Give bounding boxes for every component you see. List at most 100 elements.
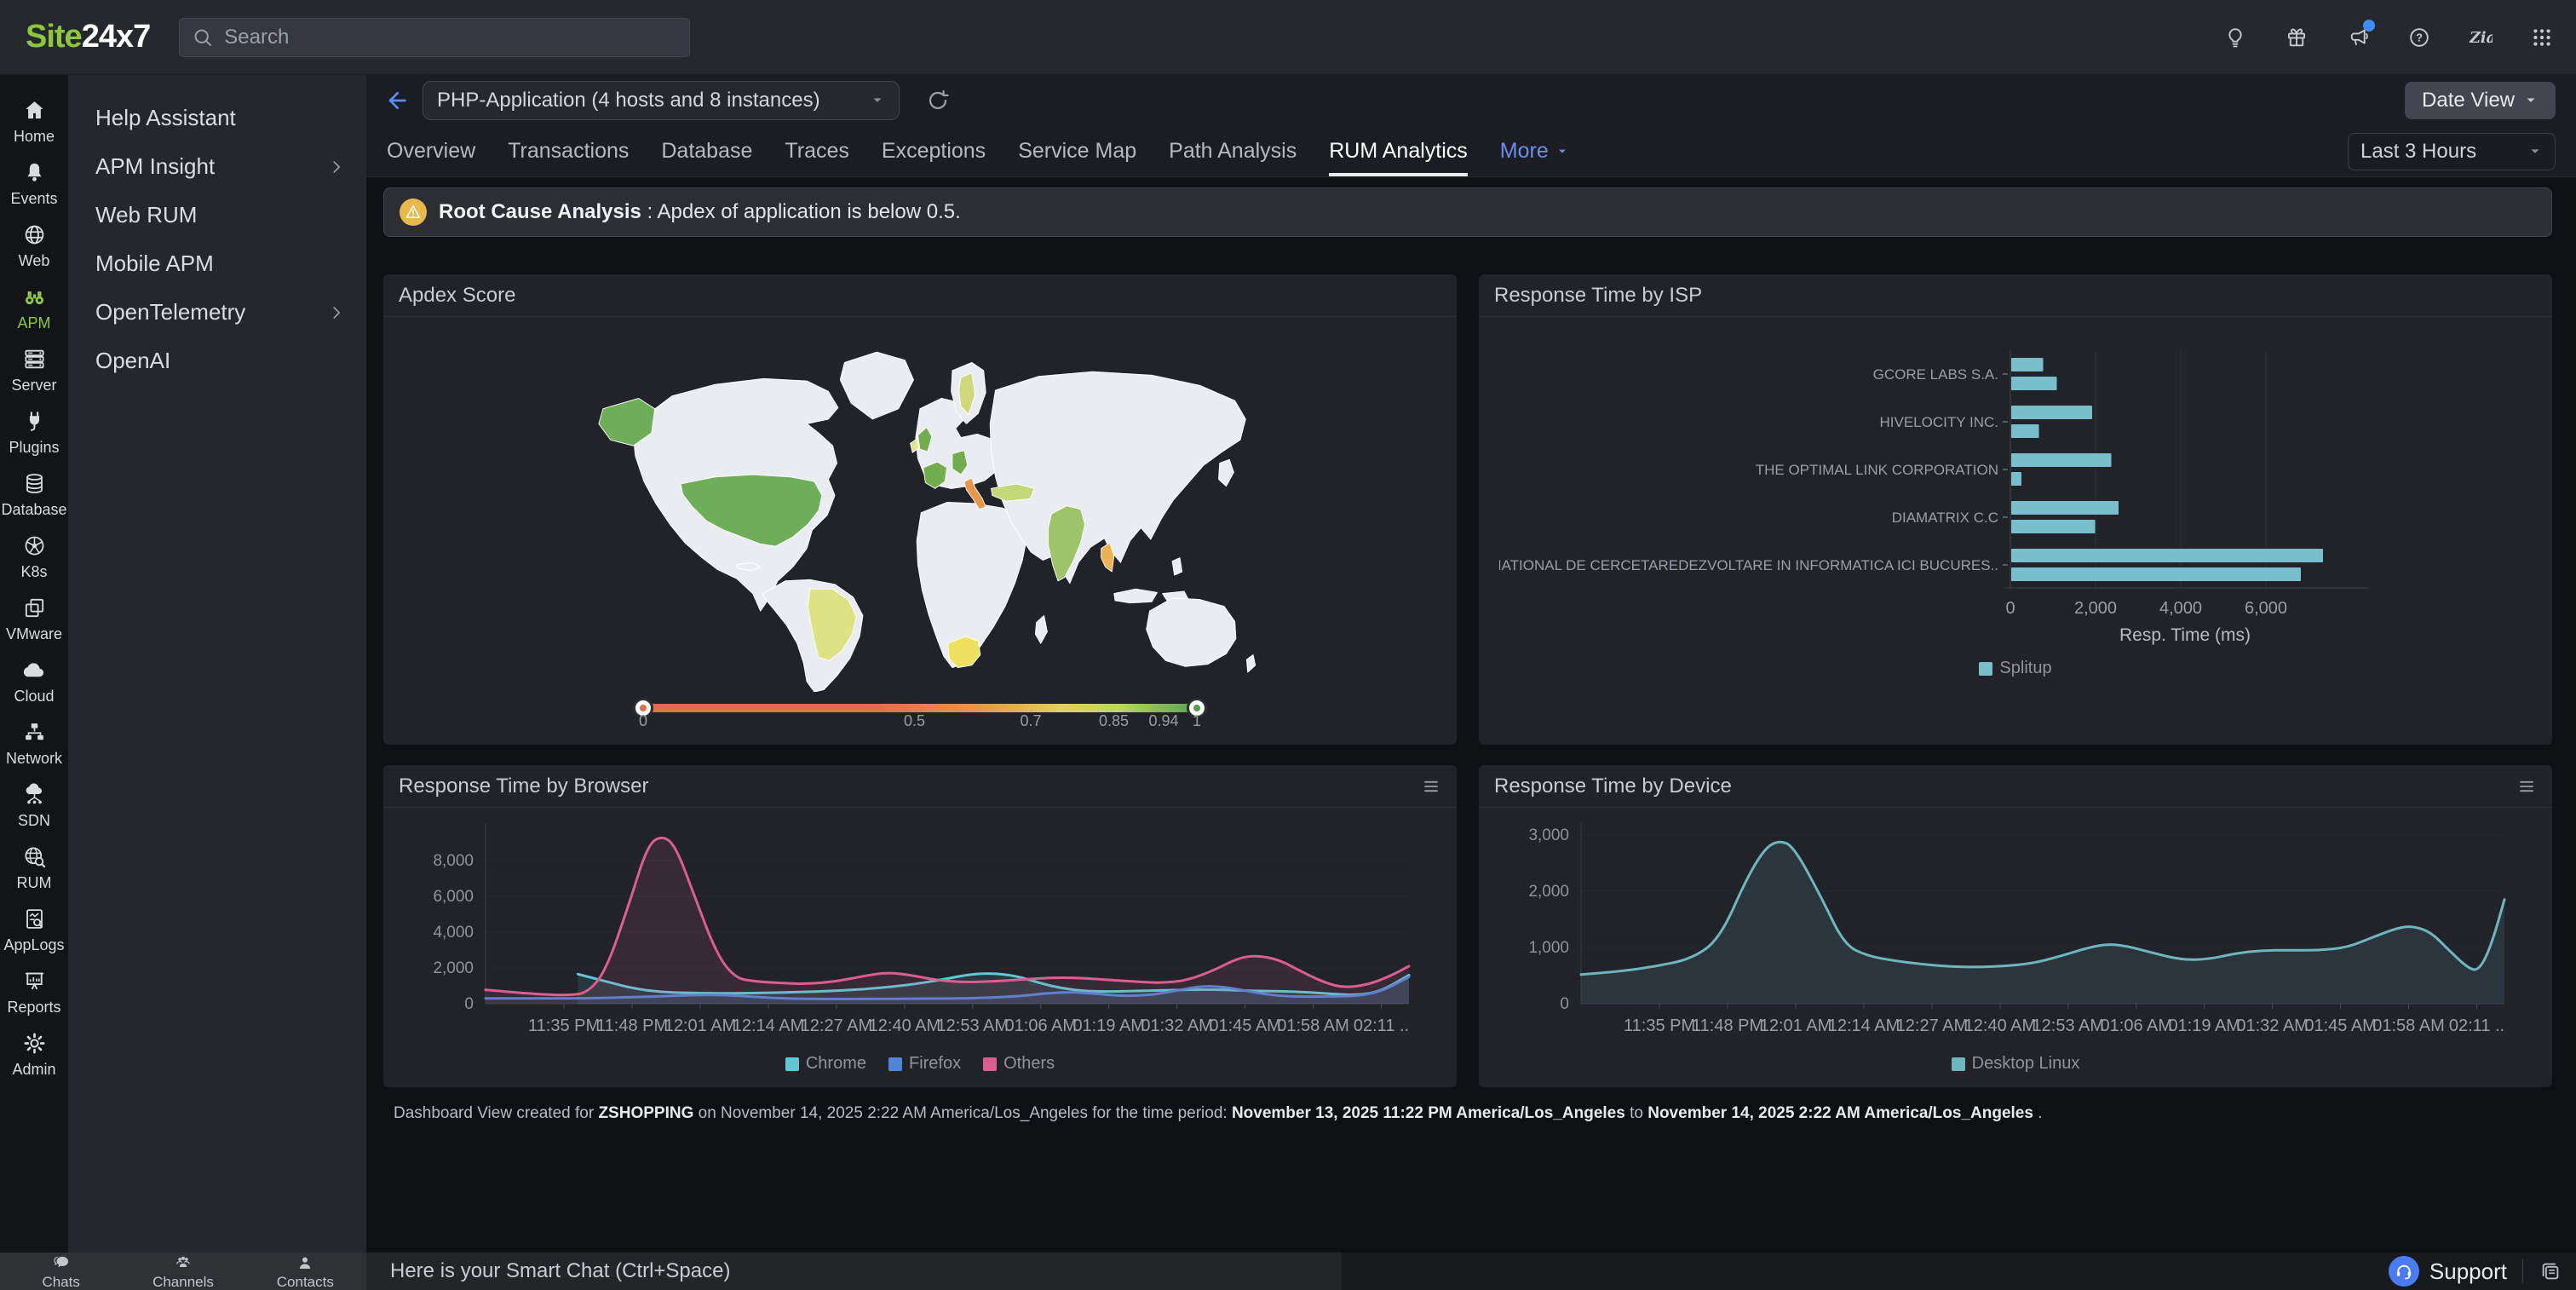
sidebar-item-cloud[interactable]: Cloud <box>0 650 68 712</box>
main-area: PHP-Application (4 hosts and 8 instances… <box>366 75 2576 1253</box>
menu-item-web-rum[interactable]: Web RUM <box>68 191 366 239</box>
sidebar-item-home[interactable]: Home <box>0 90 68 153</box>
sidebar-item-label: Admin <box>12 1061 55 1079</box>
legend-swatch <box>785 1057 799 1071</box>
k8s-icon <box>22 533 47 558</box>
menu-item-opentelemetry[interactable]: OpenTelemetry <box>68 288 366 337</box>
svg-text:12:14 AM: 12:14 AM <box>733 1016 805 1035</box>
zia-icon[interactable]: Zia <box>2469 26 2493 49</box>
sidebar-item-rum[interactable]: RUM <box>0 837 68 899</box>
panels-icon[interactable] <box>2539 1259 2562 1283</box>
sidebar-item-web[interactable]: Web <box>0 215 68 277</box>
svg-text:2,000: 2,000 <box>2074 599 2117 618</box>
sdn-icon <box>22 782 47 807</box>
caret-down-icon <box>1555 145 1569 158</box>
sidebar-item-reports[interactable]: Reports <box>0 961 68 1023</box>
isp-bar-chart: 02,0004,0006,000GCORE LABS S.A.HIVELOCIT… <box>1479 317 2552 657</box>
menu-item-label: OpenTelemetry <box>95 299 245 325</box>
apps-grid-icon[interactable] <box>2530 26 2554 49</box>
sidebar-item-plugins[interactable]: Plugins <box>0 401 68 464</box>
sidebar-item-vmware[interactable]: VMware <box>0 588 68 650</box>
menu-item-openai[interactable]: OpenAI <box>68 337 366 385</box>
sidebar-item-k8s[interactable]: K8s <box>0 526 68 588</box>
help-icon[interactable]: ? <box>2407 26 2431 49</box>
support-button[interactable]: Support <box>2389 1256 2507 1287</box>
tab-database[interactable]: Database <box>661 126 752 176</box>
apdex-scale-slider[interactable] <box>643 704 1197 712</box>
svg-text:4,000: 4,000 <box>433 924 474 942</box>
tab-transactions[interactable]: Transactions <box>508 126 629 176</box>
map-country-india[interactable] <box>1049 506 1085 581</box>
hamburger-menu-icon[interactable] <box>1421 776 1441 797</box>
svg-text:?: ? <box>2416 31 2423 43</box>
network-icon <box>22 720 47 745</box>
site24x7-logo[interactable]: Site24x7 <box>26 19 150 55</box>
tab-exceptions[interactable]: Exceptions <box>882 126 986 176</box>
menu-item-help-assistant[interactable]: Help Assistant <box>68 94 366 142</box>
time-range-select[interactable]: Last 3 Hours <box>2348 133 2556 170</box>
panel-title: Response Time by Browser <box>399 775 648 798</box>
bottom-tab-channels[interactable]: Channels <box>122 1253 244 1290</box>
tab-more[interactable]: More <box>1500 126 1569 176</box>
legend-item[interactable]: Desktop Linux <box>1952 1054 2080 1074</box>
sidebar-item-server[interactable]: Server <box>0 339 68 401</box>
gift-icon[interactable] <box>2285 26 2309 49</box>
menu-item-mobile-apm[interactable]: Mobile APM <box>68 239 366 288</box>
svg-text:DIAMATRIX C.C: DIAMATRIX C.C <box>1892 510 1998 526</box>
legend-item[interactable]: Firefox <box>888 1054 961 1074</box>
menu-item-label: Help Assistant <box>95 105 236 131</box>
tab-service-map[interactable]: Service Map <box>1018 126 1136 176</box>
sidebar-item-network[interactable]: Network <box>0 712 68 775</box>
sidebar-item-applogs[interactable]: AppLogs <box>0 899 68 961</box>
legend-item[interactable]: Splitup <box>1979 659 2051 678</box>
global-search[interactable] <box>179 18 690 57</box>
tabs: Overview Transactions Database Traces Except… <box>387 126 1569 176</box>
search-input[interactable] <box>224 26 677 49</box>
support-label: Support <box>2429 1258 2507 1285</box>
logo-prefix: Site <box>26 19 82 55</box>
application-selector[interactable]: PHP-Application (4 hosts and 8 instances… <box>423 81 900 120</box>
bottom-tab-chats[interactable]: Chats <box>0 1253 122 1290</box>
refresh-button[interactable] <box>925 88 951 113</box>
bottombar-spacer <box>1342 1253 2389 1290</box>
menu-item-apm-insight[interactable]: APM Insight <box>68 142 366 191</box>
hamburger-menu-icon[interactable] <box>2516 776 2537 797</box>
search-icon <box>192 26 214 49</box>
svg-text:11:35 PM: 11:35 PM <box>1624 1016 1695 1035</box>
left-icon-rail: HomeEventsWebAPM Server PluginsDatabaseK8s… <box>0 75 68 1253</box>
svg-text:11:48 PM: 11:48 PM <box>596 1016 668 1035</box>
sidebar-item-database[interactable]: Database <box>0 464 68 526</box>
svg-text:HIVELOCITY INC.: HIVELOCITY INC. <box>1880 414 1999 430</box>
map-country-turkey[interactable] <box>992 484 1035 501</box>
tab-overview[interactable]: Overview <box>387 126 475 176</box>
megaphone-icon[interactable] <box>2346 26 2370 49</box>
apdex-gradient-track[interactable] <box>643 704 1197 712</box>
sidebar-item-label: Server <box>11 377 56 394</box>
smart-chat-input[interactable]: Here is your Smart Chat (Ctrl+Space) <box>366 1253 1342 1290</box>
bulb-icon[interactable] <box>2223 26 2247 49</box>
map-country-south-africa[interactable] <box>948 636 980 668</box>
legend-label: Splitup <box>1999 659 2051 678</box>
sidebar-item-sdn[interactable]: SDN <box>0 775 68 837</box>
legend-item[interactable]: Chrome <box>785 1054 866 1074</box>
menu-item-label: Mobile APM <box>95 251 214 277</box>
tab-rum-analytics[interactable]: RUM Analytics <box>1329 126 1468 176</box>
back-button[interactable] <box>383 87 411 114</box>
svg-text:Zia: Zia <box>2469 29 2493 46</box>
tab-path-analysis[interactable]: Path Analysis <box>1169 126 1297 176</box>
isp-legend: Splitup <box>1479 659 2552 678</box>
legend-item[interactable]: Others <box>983 1054 1055 1074</box>
sidebar-item-events[interactable]: Events <box>0 153 68 215</box>
bottom-tab-label: Contacts <box>277 1274 334 1290</box>
apdex-scale-label: 0.85 <box>1099 712 1129 730</box>
more-label: More <box>1500 139 1549 164</box>
sidebar-item-admin[interactable]: Admin <box>0 1023 68 1086</box>
sidebar-item-apm[interactable]: APM <box>0 277 68 339</box>
date-view-button[interactable]: Date View <box>2405 82 2556 119</box>
tab-traces[interactable]: Traces <box>785 126 848 176</box>
bottom-tab-contacts[interactable]: Contacts <box>244 1253 366 1290</box>
caret-down-icon <box>2527 144 2543 159</box>
alert-title: Root Cause Analysis <box>439 200 641 223</box>
admin-icon <box>22 1031 47 1056</box>
legend-swatch <box>888 1057 902 1071</box>
